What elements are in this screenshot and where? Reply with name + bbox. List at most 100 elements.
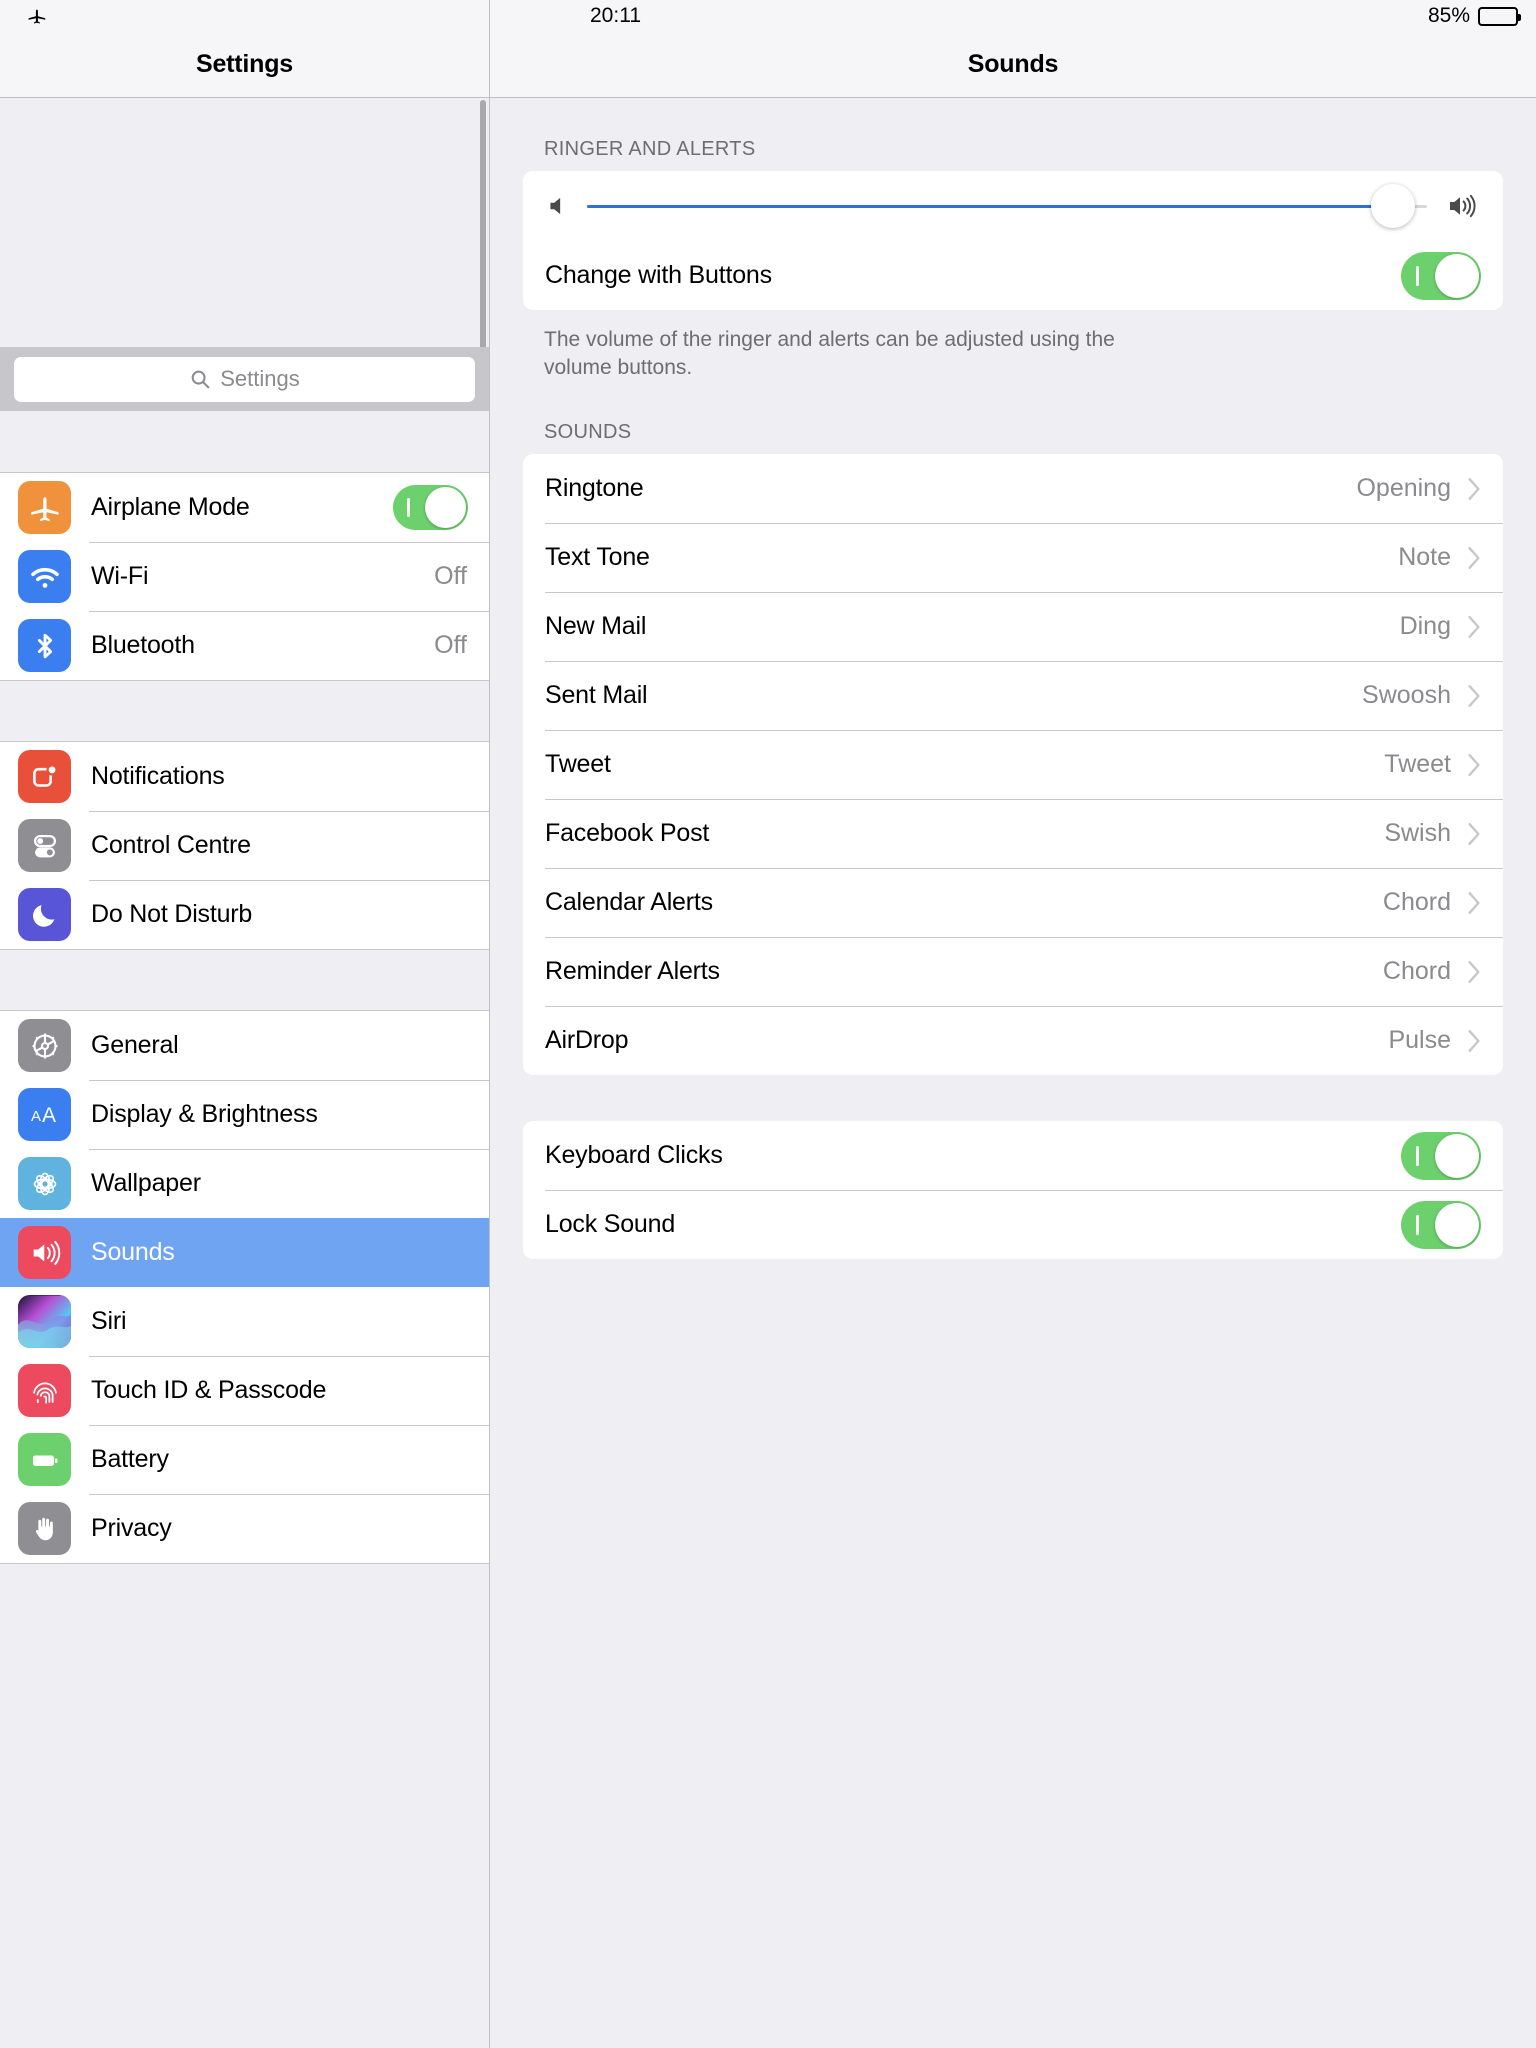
change-with-buttons-toggle[interactable] [1401, 251, 1481, 300]
sidebar-item-label: Notifications [91, 762, 225, 790]
sidebar-item-label: Wi-Fi [91, 562, 149, 590]
row-label: Sent Mail [545, 681, 648, 710]
toggle-knob [1435, 253, 1479, 298]
moon-icon [18, 888, 71, 941]
sidebar-nav-bar: Settings [0, 32, 489, 98]
sidebar-status-bar [0, 0, 489, 32]
battery-percent-label: 85% [1427, 4, 1470, 27]
slider-filled-portion [587, 204, 1394, 208]
sound-row-airdrop[interactable]: AirDrop Pulse [523, 1006, 1503, 1075]
sidebar-item-control-centre[interactable]: Control Centre [0, 811, 489, 880]
sidebar-item-sounds[interactable]: Sounds [0, 1218, 489, 1287]
sound-row-sent-mail[interactable]: Sent Mail Swoosh [523, 661, 1503, 730]
slider-track-line [587, 183, 1427, 228]
sidebar-bottom-gap [0, 1563, 489, 1621]
sound-row-ringtone[interactable]: Ringtone Opening [523, 454, 1503, 523]
sidebar-item-label: General [91, 1031, 179, 1059]
sidebar-item-label: Airplane Mode [91, 493, 250, 521]
ringer-card: Change with Buttons [523, 171, 1503, 310]
sidebar-item-general[interactable]: General [0, 1011, 489, 1080]
sidebar-item-label: Display & Brightness [91, 1100, 318, 1128]
gear-icon [18, 1019, 71, 1072]
ipad-settings-screen: Settings Settings Airplane Mode Wi-Fi Of… [0, 0, 1536, 2048]
slider-thumb[interactable] [1371, 183, 1416, 228]
main-nav-bar: Sounds [490, 32, 1536, 98]
sidebar-item-label: Wallpaper [91, 1169, 201, 1197]
sidebar-item-airplane-mode[interactable]: Airplane Mode [0, 473, 489, 542]
sidebar-item-label: Privacy [91, 1514, 172, 1542]
sidebar-group-gap [0, 411, 489, 473]
search-icon [189, 368, 211, 390]
sidebar-group-connectivity: Airplane Mode Wi-Fi Off Bluetooth Off [0, 473, 489, 680]
toggle-knob [1435, 1133, 1479, 1178]
search-input[interactable]: Settings [14, 356, 475, 402]
row-value: Chord [1382, 957, 1451, 986]
battery-icon [18, 1433, 71, 1486]
toggle-knob [425, 487, 466, 528]
row-value: Swish [1384, 819, 1451, 848]
sound-row-text-tone[interactable]: Text Tone Note [523, 523, 1503, 592]
sidebar-item-do-not-disturb[interactable]: Do Not Disturb [0, 880, 489, 949]
sidebar-item-battery[interactable]: Battery [0, 1425, 489, 1494]
wallpaper-icon [18, 1157, 71, 1210]
sidebar-item-bluetooth[interactable]: Bluetooth Off [0, 611, 489, 680]
sound-row-new-mail[interactable]: New Mail Ding [523, 592, 1503, 661]
row-label: Ringtone [545, 474, 644, 503]
ringer-volume-slider[interactable] [587, 183, 1427, 228]
ringer-section-header: RINGER AND ALERTS [544, 138, 756, 160]
sounds-section-header: SOUNDS [544, 421, 632, 444]
sounds-icon [18, 1226, 71, 1279]
sidebar-item-label: Battery [91, 1445, 169, 1473]
chevron-right-icon [1467, 1029, 1481, 1053]
chevron-right-icon [1467, 753, 1481, 777]
sound-row-calendar-alerts[interactable]: Calendar Alerts Chord [523, 868, 1503, 937]
sound-row-tweet[interactable]: Tweet Tweet [523, 730, 1503, 799]
wifi-icon [18, 550, 71, 603]
volume-slider-row [523, 171, 1503, 241]
sidebar-item-siri[interactable]: Siri [0, 1287, 489, 1356]
sidebar-scroll-area[interactable]: Settings Airplane Mode Wi-Fi Off Bluetoo… [0, 98, 489, 2048]
row-value: Note [1398, 543, 1451, 572]
sidebar-search-container: Settings [0, 347, 489, 411]
row-label: Facebook Post [545, 819, 710, 848]
lock-sound-toggle[interactable] [1401, 1200, 1481, 1249]
privacy-hand-icon [18, 1502, 71, 1555]
battery-cap [1518, 13, 1521, 21]
sidebar-item-privacy[interactable]: Privacy [0, 1494, 489, 1563]
bluetooth-icon [18, 619, 71, 672]
sidebar-item-label: Do Not Disturb [91, 900, 253, 928]
toggle-on-mark [407, 498, 410, 517]
sidebar-item-notifications[interactable]: Notifications [0, 742, 489, 811]
lock-sound-row[interactable]: Lock Sound [523, 1190, 1503, 1259]
sidebar-title: Settings [195, 50, 294, 78]
sidebar-group-gap [0, 949, 489, 1011]
sidebar-item-label: Bluetooth [91, 631, 195, 659]
row-value: Opening [1356, 474, 1451, 503]
sidebar-item-wallpaper[interactable]: Wallpaper [0, 1149, 489, 1218]
sounds-card: Ringtone Opening Text Tone Note New Mail… [523, 454, 1503, 1076]
svg-text:A: A [31, 1108, 41, 1125]
keyboard-clicks-row[interactable]: Keyboard Clicks [523, 1121, 1503, 1190]
row-label: Tweet [545, 750, 611, 779]
row-value: Tweet [1384, 750, 1451, 779]
airplane-mode-toggle[interactable] [393, 485, 468, 530]
toggle-on-mark [1416, 1214, 1419, 1235]
sidebar-item-display-brightness[interactable]: A A Display & Brightness [0, 1080, 489, 1149]
row-value: Chord [1382, 888, 1451, 917]
sidebar-item-label: Sounds [91, 1238, 175, 1266]
toggle-on-mark [1416, 265, 1419, 286]
status-bar-clock: 20:11 [590, 4, 641, 27]
toggle-knob [1435, 1202, 1479, 1247]
change-with-buttons-row[interactable]: Change with Buttons [523, 241, 1503, 310]
sound-row-facebook-post[interactable]: Facebook Post Swish [523, 799, 1503, 868]
keyboard-clicks-toggle[interactable] [1401, 1131, 1481, 1180]
sound-row-reminder-alerts[interactable]: Reminder Alerts Chord [523, 937, 1503, 1006]
svg-text:A: A [42, 1104, 56, 1127]
wifi-status-value: Off [434, 562, 467, 590]
ringer-footer-note: The volume of the ringer and alerts can … [544, 328, 1115, 379]
keyboard-clicks-label: Keyboard Clicks [545, 1141, 723, 1170]
sidebar-item-touch-id-passcode[interactable]: Touch ID & Passcode [0, 1356, 489, 1425]
search-placeholder: Settings [220, 366, 300, 391]
sidebar-item-wifi[interactable]: Wi-Fi Off [0, 542, 489, 611]
sidebar-group-notifications: Notifications Control Centre Do Not Dist… [0, 742, 489, 949]
